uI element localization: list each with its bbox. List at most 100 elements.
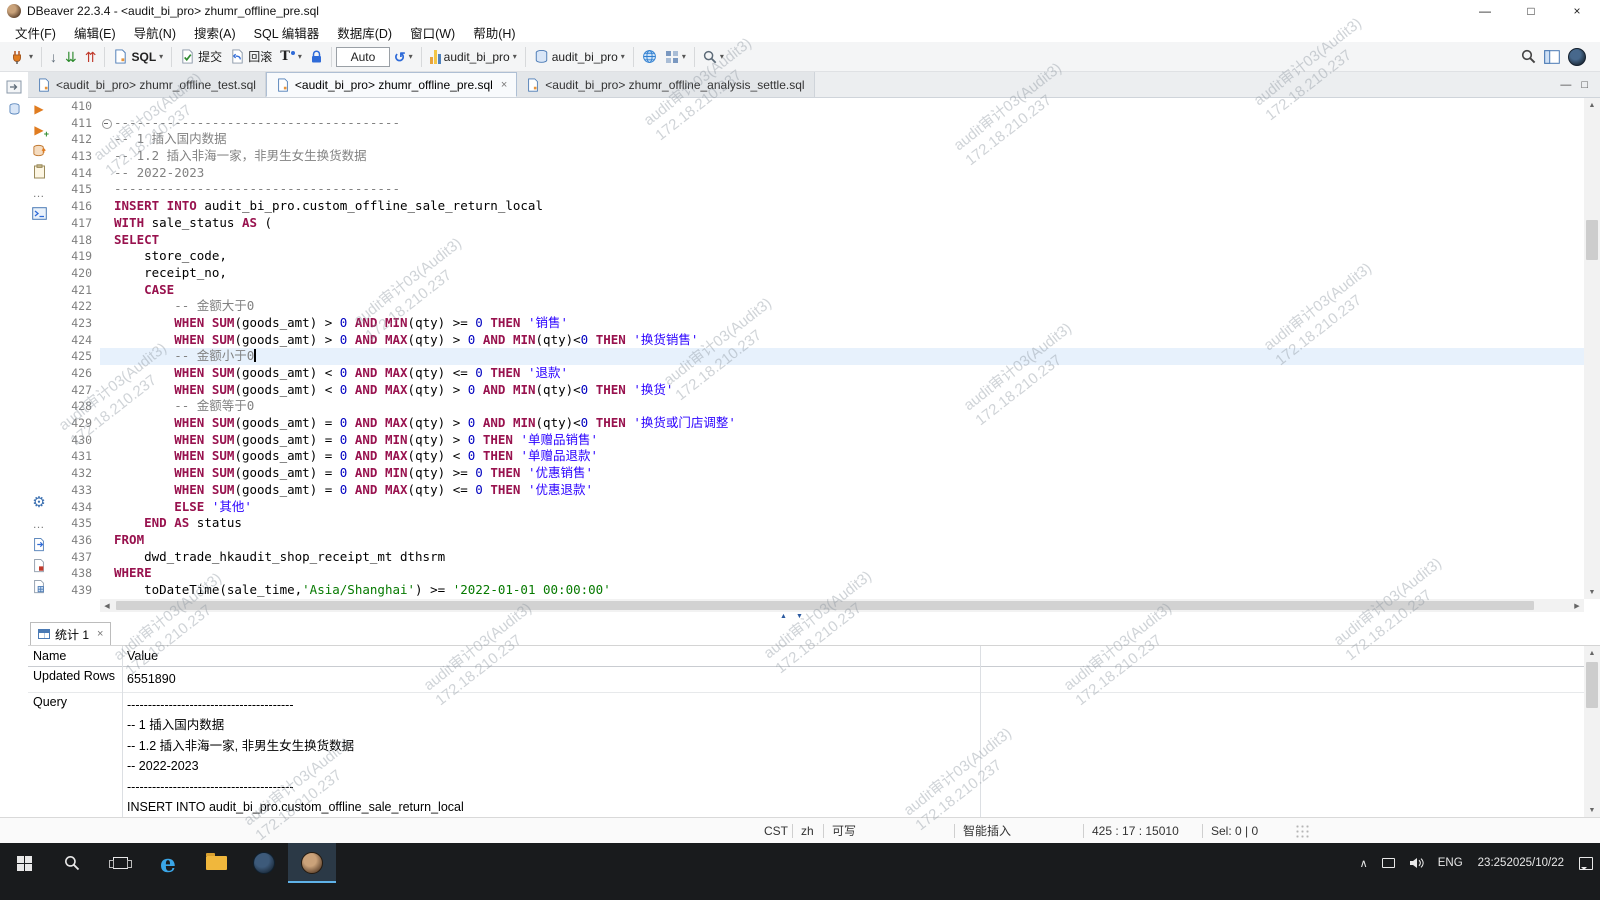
grid-row[interactable]: Updated Rows6551890: [28, 667, 1600, 693]
code-line-435[interactable]: 435 END AS status: [50, 515, 1584, 532]
code-line-432[interactable]: 432 WHEN SUM(goods_amt) = 0 AND MIN(qty)…: [50, 465, 1584, 482]
action-center-button[interactable]: [1572, 843, 1600, 883]
view-minimize-button[interactable]: —: [1560, 79, 1571, 91]
scrollbar-thumb[interactable]: [1586, 220, 1598, 260]
tab-close-icon[interactable]: ×: [501, 79, 507, 91]
settings-gear-icon[interactable]: ⚙: [29, 492, 49, 513]
scroll-up-icon[interactable]: ▲: [1584, 646, 1600, 660]
database-navigator-icon[interactable]: [8, 102, 21, 116]
tab-statistics[interactable]: 统计 1 ×: [30, 622, 111, 645]
volume-button[interactable]: [1402, 843, 1431, 883]
code-line-426[interactable]: 426 WHEN SUM(goods_amt) < 0 AND MAX(qty)…: [50, 365, 1584, 382]
code-line-412[interactable]: 412-- 1 插入国内数据: [50, 131, 1584, 148]
menu-item[interactable]: 窗口(W): [401, 22, 464, 42]
locked-file-icon[interactable]: [29, 555, 49, 576]
cancel-execution-button[interactable]: ⇈: [81, 45, 101, 69]
perspective-icon[interactable]: [1544, 50, 1560, 64]
fold-collapse-icon[interactable]: [100, 115, 114, 132]
code-line-417[interactable]: 417WITH sale_status AS (: [50, 215, 1584, 232]
fetch-next-page-button[interactable]: ↓: [46, 45, 61, 69]
commit-mode-combobox[interactable]: Auto: [336, 47, 390, 67]
code-line-420[interactable]: 420 receipt_no,: [50, 265, 1584, 282]
menu-item[interactable]: 导航(N): [125, 22, 185, 42]
rollback-button[interactable]: 回滚: [226, 45, 276, 69]
export-from-query-button[interactable]: [29, 140, 49, 161]
column-header-name[interactable]: Name: [28, 649, 122, 663]
task-view-button[interactable]: [96, 843, 144, 883]
panel-splitter[interactable]: ▲ ▼: [0, 612, 1600, 622]
column-header-value[interactable]: Value: [122, 649, 980, 663]
code-line-429[interactable]: 429 WHEN SUM(goods_amt) = 0 AND MAX(qty)…: [50, 415, 1584, 432]
more-options-icon[interactable]: …: [29, 513, 49, 534]
fetch-all-rows-button[interactable]: ⇊: [61, 45, 81, 69]
input-language-button[interactable]: ENG: [1431, 843, 1470, 883]
sql-editor[interactable]: 410411----------------------------------…: [50, 98, 1584, 599]
quick-search-icon[interactable]: [1521, 49, 1536, 64]
code-line-423[interactable]: 423 WHEN SUM(goods_amt) > 0 AND MIN(qty)…: [50, 315, 1584, 332]
restore-panel-icon[interactable]: [6, 80, 22, 94]
more-actions-icon[interactable]: …: [29, 182, 49, 203]
menu-item[interactable]: 帮助(H): [464, 22, 524, 42]
new-connection-button[interactable]: ▾: [6, 45, 37, 69]
clipboard-icon[interactable]: [29, 161, 49, 182]
scrollbar-thumb[interactable]: [116, 601, 1534, 610]
code-line-421[interactable]: 421 CASE: [50, 282, 1584, 299]
taskbar-clock[interactable]: 23:25 2025/10/22: [1470, 843, 1572, 883]
code-line-428[interactable]: 428 -- 金额等于0: [50, 398, 1584, 415]
code-line-418[interactable]: 418SELECT: [50, 232, 1584, 249]
menu-item[interactable]: SQL 编辑器: [245, 22, 329, 42]
close-icon[interactable]: ×: [97, 628, 103, 640]
status-cursor-position[interactable]: 425 : 17 : 15010: [1084, 824, 1202, 838]
splitter-down-icon[interactable]: ▼: [796, 613, 803, 620]
code-line-436[interactable]: 436FROM: [50, 532, 1584, 549]
code-line-411[interactable]: 411-------------------------------------…: [50, 115, 1584, 132]
scroll-down-icon[interactable]: ▼: [1584, 585, 1600, 599]
code-line-416[interactable]: 416INSERT INTO audit_bi_pro.custom_offli…: [50, 198, 1584, 215]
open-console-button[interactable]: [29, 203, 49, 224]
tray-expand-button[interactable]: ∧: [1353, 843, 1375, 883]
grid-vertical-scrollbar[interactable]: ▲ ▼: [1584, 646, 1600, 817]
editor-horizontal-scrollbar[interactable]: ◀ ▶: [100, 599, 1584, 612]
tray-tablet-button[interactable]: [1375, 843, 1402, 883]
code-line-414[interactable]: 414-- 2022-2023: [50, 165, 1584, 182]
menu-item[interactable]: 数据库(D): [328, 22, 401, 42]
web-button[interactable]: [638, 45, 661, 69]
code-line-419[interactable]: 419 store_code,: [50, 248, 1584, 265]
dbeaver-taskbar-button[interactable]: [288, 843, 336, 883]
open-sql-editor-button[interactable]: SQL ▾: [109, 45, 167, 69]
code-line-410[interactable]: 410: [50, 98, 1584, 115]
minimize-button[interactable]: —: [1462, 0, 1508, 22]
scroll-right-icon[interactable]: ▶: [1570, 599, 1584, 612]
taskbar-search-button[interactable]: [48, 843, 96, 883]
code-line-439[interactable]: 439 toDateTime(sale_time,'Asia/Shanghai'…: [50, 582, 1584, 599]
code-line-425[interactable]: 425 -- 金额小于0: [50, 348, 1584, 365]
commit-button[interactable]: 提交: [176, 45, 226, 69]
scroll-left-icon[interactable]: ◀: [100, 599, 114, 612]
splitter-up-icon[interactable]: ▲: [780, 613, 787, 620]
projects-button[interactable]: ▾: [661, 45, 690, 69]
edge-browser-button[interactable]: e: [144, 843, 192, 883]
code-line-437[interactable]: 437 dwd_trade_hkaudit_shop_receipt_mt dt…: [50, 549, 1584, 566]
scroll-down-icon[interactable]: ▼: [1584, 803, 1600, 817]
lock-button[interactable]: [306, 45, 327, 69]
menu-item[interactable]: 文件(F): [6, 22, 65, 42]
scrollbar-thumb[interactable]: [1586, 662, 1598, 708]
menu-item[interactable]: 编辑(E): [65, 22, 125, 42]
execute-script-button[interactable]: ▶+: [29, 119, 49, 140]
editor-vertical-scrollbar[interactable]: ▲ ▼: [1584, 98, 1600, 599]
view-maximize-button[interactable]: □: [1581, 79, 1588, 91]
menu-item[interactable]: 搜索(A): [185, 22, 245, 42]
scroll-up-icon[interactable]: ▲: [1584, 98, 1600, 112]
app-button-1[interactable]: [240, 843, 288, 883]
code-line-433[interactable]: 433 WHEN SUM(goods_amt) = 0 AND MAX(qty)…: [50, 482, 1584, 499]
code-line-431[interactable]: 431 WHEN SUM(goods_amt) = 0 AND MAX(qty)…: [50, 448, 1584, 465]
code-line-415[interactable]: 415-------------------------------------…: [50, 181, 1584, 198]
code-line-413[interactable]: 413-- 1.2 插入非海一家，非男生女生换货数据: [50, 148, 1584, 165]
transaction-log-button[interactable]: ↺ ▾: [390, 45, 417, 69]
execute-statement-button[interactable]: ▶: [29, 98, 49, 119]
toolbar-search-button[interactable]: ▾: [699, 45, 728, 69]
transaction-mode-button[interactable]: T ▾: [276, 45, 306, 69]
dbeaver-perspective-icon[interactable]: [1568, 48, 1586, 66]
editor-tab[interactable]: <audit_bi_pro> zhumr_offline_pre.sql×: [266, 72, 517, 97]
code-line-427[interactable]: 427 WHEN SUM(goods_amt) < 0 AND MAX(qty)…: [50, 382, 1584, 399]
